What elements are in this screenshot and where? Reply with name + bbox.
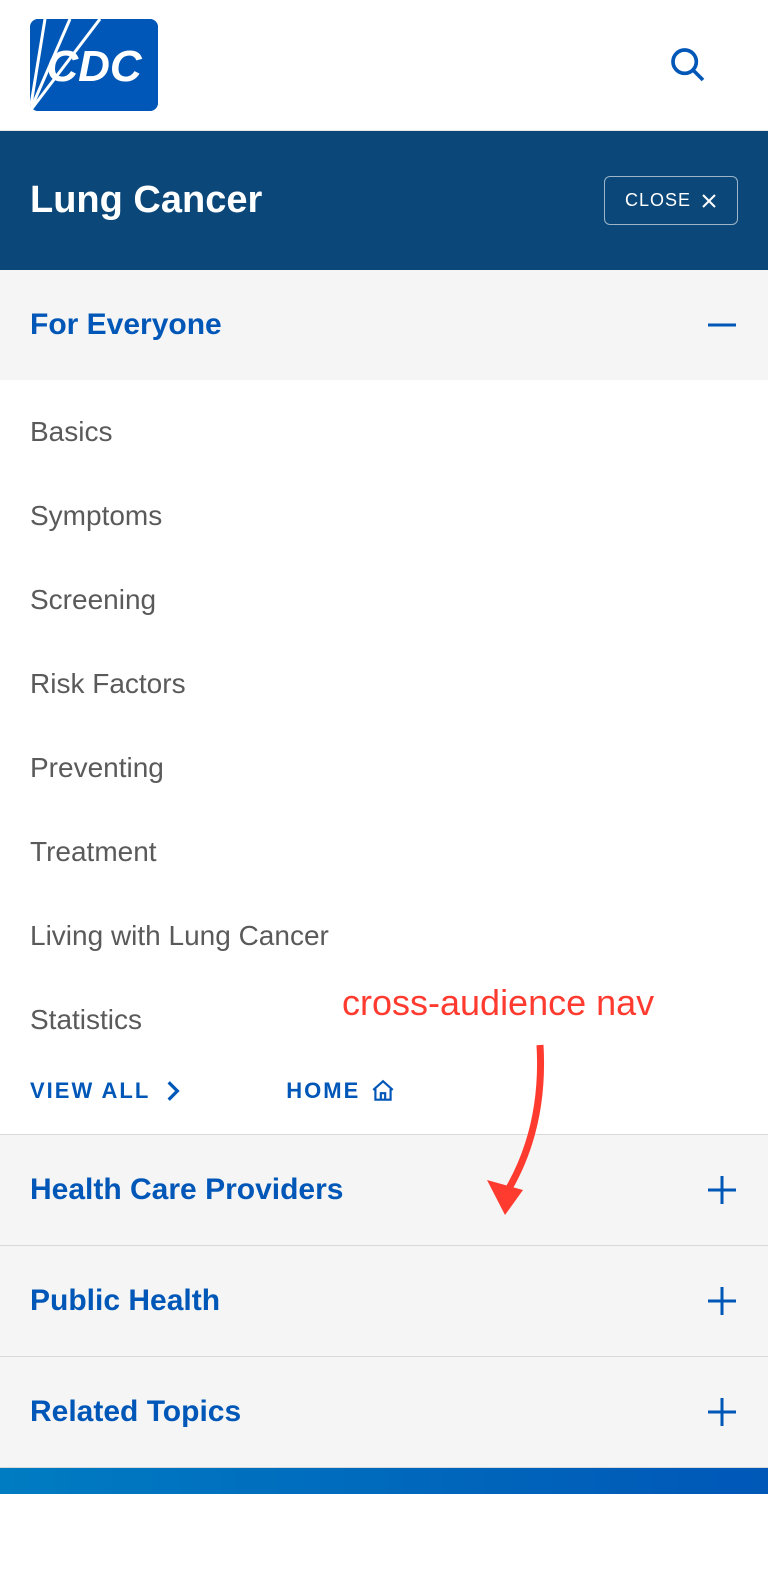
plus-icon (706, 1174, 738, 1206)
section-header-health-care-providers[interactable]: Health Care Providers (0, 1135, 768, 1245)
close-button[interactable]: CLOSE (604, 176, 738, 225)
svg-text:CDC: CDC (46, 42, 143, 91)
minus-icon (706, 309, 738, 341)
section-health-care-providers: Health Care Providers (0, 1135, 768, 1246)
close-label: CLOSE (625, 190, 691, 211)
section-header-related-topics[interactable]: Related Topics (0, 1357, 768, 1467)
section-title: Related Topics (30, 1395, 241, 1429)
section-public-health: Public Health (0, 1246, 768, 1357)
home-link[interactable]: HOME (286, 1078, 396, 1104)
view-all-label: VIEW ALL (30, 1078, 150, 1104)
chevron-right-icon (160, 1078, 186, 1104)
menu-item-symptoms[interactable]: Symptoms (30, 474, 738, 558)
title-bar: Lung Cancer CLOSE (0, 131, 768, 270)
menu-item-living[interactable]: Living with Lung Cancer (30, 894, 738, 978)
section-header-public-health[interactable]: Public Health (0, 1246, 768, 1356)
action-row: VIEW ALL HOME (30, 1062, 738, 1104)
menu-item-statistics[interactable]: Statistics (30, 978, 738, 1062)
section-for-everyone: For Everyone Basics Symptoms Screening R… (0, 270, 768, 1135)
search-button[interactable] (658, 35, 718, 95)
section-header-for-everyone[interactable]: For Everyone (0, 270, 768, 380)
close-icon (701, 193, 717, 209)
menu-item-treatment[interactable]: Treatment (30, 810, 738, 894)
section-title: Health Care Providers (30, 1173, 343, 1207)
view-all-link[interactable]: VIEW ALL (30, 1078, 186, 1104)
menu-item-risk-factors[interactable]: Risk Factors (30, 642, 738, 726)
section-title: Public Health (30, 1284, 220, 1318)
menu-list-for-everyone: Basics Symptoms Screening Risk Factors P… (0, 380, 768, 1134)
bottom-gradient-bar (0, 1468, 768, 1494)
top-header: CDC (0, 0, 768, 131)
cdc-logo[interactable]: CDC (30, 19, 158, 111)
menu-item-preventing[interactable]: Preventing (30, 726, 738, 810)
section-related-topics: Related Topics (0, 1357, 768, 1468)
page-title: Lung Cancer (30, 179, 262, 222)
plus-icon (706, 1396, 738, 1428)
section-title: For Everyone (30, 308, 222, 342)
plus-icon (706, 1285, 738, 1317)
home-icon (370, 1078, 396, 1104)
menu-item-basics[interactable]: Basics (30, 390, 738, 474)
menu-item-screening[interactable]: Screening (30, 558, 738, 642)
home-label: HOME (286, 1078, 360, 1104)
